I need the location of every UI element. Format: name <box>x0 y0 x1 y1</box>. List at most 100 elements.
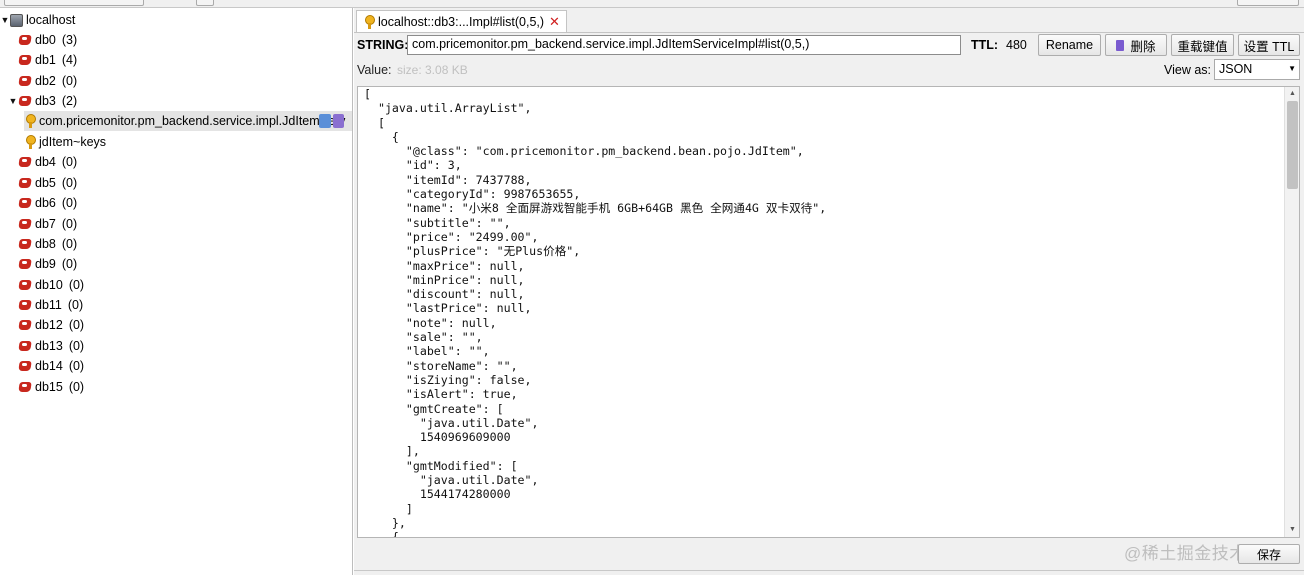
delete-button[interactable]: 删除 <box>1105 34 1167 56</box>
settings-button-edge[interactable] <box>1237 0 1299 6</box>
set-ttl-button[interactable]: 设置 TTL <box>1238 34 1300 56</box>
tree-node-db5[interactable]: db5 (0) <box>18 173 77 193</box>
tree-key-jditem-keys[interactable]: jdItem~keys <box>24 132 106 152</box>
overlay-icons <box>319 114 349 128</box>
code-line: "gmtModified": [ <box>364 458 518 473</box>
key-label: jdItem~keys <box>39 135 107 149</box>
close-icon[interactable]: ✕ <box>549 14 560 30</box>
code-line: "price": "2499.00", <box>364 229 539 244</box>
code-line: 1544174280000 <box>364 487 511 502</box>
tree-node-db1[interactable]: db1 (4) <box>18 50 77 70</box>
scroll-thumb[interactable] <box>1287 101 1298 189</box>
code-line: ], <box>364 444 420 459</box>
tree-node-db9[interactable]: db9 (0) <box>18 254 77 274</box>
connection-tree: ▼ localhost db0 (3) db1 (4) db2 (0) ▼ db3 (2)… <box>0 8 353 575</box>
code-line: "isAlert": true, <box>364 387 518 402</box>
db-label: db3 <box>35 94 56 108</box>
db-label: db6 <box>35 196 56 210</box>
db-key-count: (0) <box>68 359 85 373</box>
reload-button[interactable]: 重载键值 <box>1171 34 1234 56</box>
view-as-select[interactable]: JSON ▼ <box>1214 59 1300 80</box>
code-line: ] <box>364 501 413 516</box>
redis-db-icon <box>18 75 32 87</box>
ttl-value: 480 <box>1006 38 1027 52</box>
db-label: db12 <box>35 318 63 332</box>
redis-db-icon <box>18 54 32 66</box>
code-line: { <box>364 530 399 538</box>
value-editor[interactable]: [ "java.util.ArrayList", [ { "@class": "… <box>357 86 1300 538</box>
code-line: "subtitle": "", <box>364 215 511 230</box>
tree-node-host[interactable]: ▼ localhost <box>0 10 352 30</box>
db-key-count: (3) <box>61 33 78 47</box>
scroll-up-icon[interactable]: ▲ <box>1285 87 1299 101</box>
tree-node-db2[interactable]: db2 (0) <box>18 71 77 91</box>
tree-node-db6[interactable]: db6 (0) <box>18 193 77 213</box>
connect-button-edge[interactable] <box>4 0 144 6</box>
tree-node-db14[interactable]: db14 (0) <box>18 356 84 376</box>
edit-icon <box>319 114 331 128</box>
db-key-count: (0) <box>61 196 78 210</box>
redis-db-icon <box>18 218 32 230</box>
tree-node-db13[interactable]: db13 (0) <box>18 336 84 356</box>
db-key-count: (0) <box>61 155 78 169</box>
tree-node-db15[interactable]: db15 (0) <box>18 377 84 397</box>
code-line: "java.util.Date", <box>364 473 539 488</box>
trash-icon <box>1116 39 1125 51</box>
redis-db-icon <box>18 258 32 270</box>
db-label: db10 <box>35 278 63 292</box>
code-line: [ <box>364 87 371 101</box>
expand-arrow-icon[interactable]: ▼ <box>0 15 10 25</box>
toolbar-icon-edge[interactable] <box>196 0 214 6</box>
code-line: "categoryId": 9987653655, <box>364 187 581 202</box>
vertical-scrollbar[interactable]: ▲ ▼ <box>1284 87 1299 537</box>
top-toolbar-edge <box>0 0 1304 8</box>
tree-node-db11[interactable]: db11 (0) <box>18 295 83 315</box>
db-key-count: (2) <box>61 94 78 108</box>
tab-key-view[interactable]: localhost::db3:...Impl#list(0,5,) ✕ <box>356 10 567 32</box>
tree-key-selected[interactable]: com.pricemonitor.pm_backend.service.impl… <box>24 111 352 131</box>
db-key-count: (0) <box>61 237 78 251</box>
db-key-count: (0) <box>68 318 85 332</box>
code-line: }, <box>364 515 406 530</box>
db-key-count: (0) <box>68 278 85 292</box>
key-name-field[interactable]: com.pricemonitor.pm_backend.service.impl… <box>407 35 961 55</box>
bottom-bar <box>354 570 1304 575</box>
rename-button[interactable]: Rename <box>1038 34 1101 56</box>
tree-node-db10[interactable]: db10 (0) <box>18 275 84 295</box>
tree-node-db8[interactable]: db8 (0) <box>18 234 77 254</box>
db-label: db0 <box>35 33 56 47</box>
code-line: "gmtCreate": [ <box>364 401 504 416</box>
host-label: localhost <box>26 13 76 27</box>
code-line: "java.util.Date", <box>364 415 539 430</box>
value-label: Value: <box>357 63 392 77</box>
value-viewer: localhost::db3:...Impl#list(0,5,) ✕ STRI… <box>354 8 1304 575</box>
expand-arrow-icon[interactable]: ▼ <box>8 96 18 106</box>
tree-node-db0[interactable]: db0 (3) <box>18 30 77 50</box>
tree-node-db4[interactable]: db4 (0) <box>18 152 77 172</box>
redis-db-icon <box>18 360 32 372</box>
db-label: db2 <box>35 74 56 88</box>
redis-db-icon <box>18 279 32 291</box>
code-line: "java.util.ArrayList", <box>364 101 532 116</box>
redis-db-icon <box>18 156 32 168</box>
view-as-label: View as: <box>1164 63 1212 77</box>
code-line: [ <box>364 115 385 130</box>
db-key-count: (0) <box>61 74 78 88</box>
tree-node-db12[interactable]: db12 (0) <box>18 315 84 335</box>
save-button[interactable]: 保存 <box>1238 544 1300 564</box>
value-code[interactable]: [ "java.util.ArrayList", [ { "@class": "… <box>364 87 826 538</box>
tree-node-db3[interactable]: ▼ db3 (2) <box>8 91 78 111</box>
scroll-down-icon[interactable]: ▼ <box>1285 523 1299 537</box>
code-line: "label": "", <box>364 344 490 359</box>
db-key-count: (0) <box>61 217 78 231</box>
db-label: db13 <box>35 339 63 353</box>
key-icon <box>24 135 36 149</box>
redis-db-icon <box>18 34 32 46</box>
db-key-count: (0) <box>67 298 84 312</box>
db-label: db11 <box>35 298 62 312</box>
tree-node-db7[interactable]: db7 (0) <box>18 214 77 234</box>
code-line: "lastPrice": null, <box>364 301 532 316</box>
code-line: "id": 3, <box>364 158 462 173</box>
view-as-value: JSON <box>1219 62 1253 76</box>
db-key-count: (0) <box>68 339 85 353</box>
